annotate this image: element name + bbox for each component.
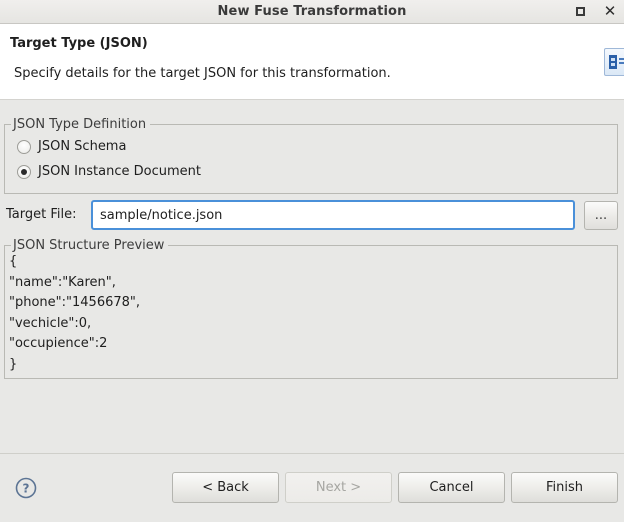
next-button: Next > [285,472,392,503]
help-button[interactable]: ? [14,476,38,500]
banner-icon-bars [619,58,624,60]
close-button[interactable]: ✕ [602,4,618,20]
json-structure-preview-legend: JSON Structure Preview [11,238,169,253]
finish-button[interactable]: Finish [511,472,618,503]
cancel-button[interactable]: Cancel [398,472,505,503]
target-file-input[interactable] [91,200,575,230]
page-description: Specify details for the target JSON for … [14,66,391,81]
json-type-definition-legend: JSON Type Definition [11,117,151,132]
window-controls: ✕ [572,0,618,23]
radio-json-schema[interactable]: JSON Schema [17,139,126,154]
banner-icon-shape [609,55,617,69]
radio-json-instance-document[interactable]: JSON Instance Document [17,164,201,179]
target-file-row: Target File: ... [0,200,624,232]
maximize-button[interactable] [572,4,588,20]
browse-button[interactable]: ... [584,201,618,230]
json-structure-preview-group: JSON Structure Preview { "name":"Karen",… [4,238,618,379]
wizard-footer: < Back Next > Cancel Finish [0,453,624,522]
radio-json-instance-document-label: JSON Instance Document [38,164,201,179]
help-icon: ? [15,477,37,499]
title-bar: New Fuse Transformation ✕ [0,0,624,24]
back-button[interactable]: < Back [172,472,279,503]
window-title: New Fuse Transformation [217,4,407,19]
page-title: Target Type (JSON) [10,36,148,51]
wizard-dialog: New Fuse Transformation ✕ Target Type (J… [0,0,624,522]
wizard-header: Target Type (JSON) Specify details for t… [0,24,624,100]
close-icon: ✕ [603,2,617,20]
svg-text:?: ? [23,482,30,496]
target-file-label: Target File: [6,207,77,222]
json-structure-preview-text: { "name":"Karen", "phone":"1456678", "ve… [9,254,141,372]
wizard-button-bar: < Back Next > Cancel Finish [172,472,618,503]
radio-json-schema-label: JSON Schema [38,139,127,154]
radio-json-instance-document-mark [17,164,31,179]
maximize-icon [575,7,585,16]
json-type-definition-group: JSON Type Definition JSON Schema JSON In… [4,117,618,194]
radio-json-schema-mark [17,139,31,154]
wizard-banner-icon [604,48,624,76]
wizard-body: JSON Type Definition JSON Schema JSON In… [0,100,624,453]
